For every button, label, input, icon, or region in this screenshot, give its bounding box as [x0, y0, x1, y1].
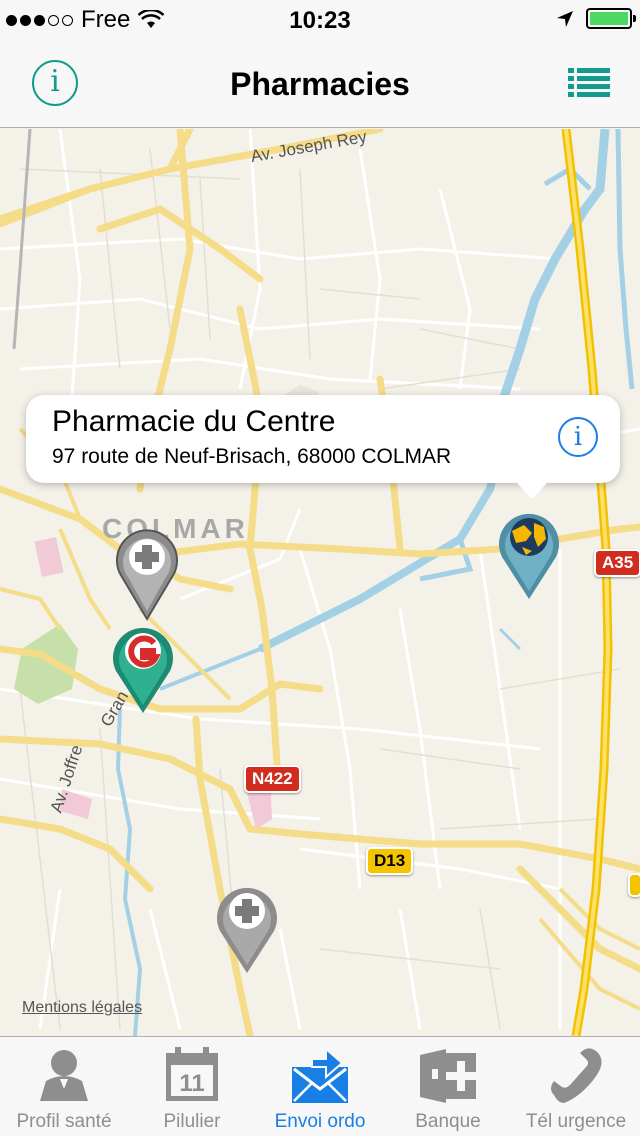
svg-text:11: 11 — [179, 1070, 204, 1097]
callout-title: Pharmacie du Centre — [52, 405, 336, 438]
tab-banque[interactable]: Banque — [384, 1037, 512, 1136]
tab-bar: Profil santé 11 Pilulier Envoi ordo Banq… — [0, 1036, 640, 1136]
tab-label: Envoi ordo — [274, 1111, 366, 1132]
status-bar: Free 10:23 — [0, 0, 640, 40]
route-shield-d13: D13 — [366, 847, 414, 875]
phone-icon — [551, 1048, 602, 1103]
tab-label: Tél urgence — [525, 1111, 627, 1132]
mail-send-icon — [292, 1046, 348, 1103]
wallet-icon — [420, 1049, 476, 1103]
location-arrow-icon — [557, 10, 573, 27]
globe-icon — [510, 518, 548, 556]
pharmacy-callout[interactable]: Pharmacie du Centre 97 route de Neuf-Bri… — [26, 395, 620, 499]
battery-icon — [586, 8, 636, 29]
pharmacy-pin-gray[interactable] — [114, 527, 180, 621]
page-title: Pharmacies — [230, 66, 410, 102]
tab-label: Banque — [415, 1111, 481, 1132]
person-icon — [40, 1050, 88, 1101]
tab-profil-sante[interactable]: Profil santé — [0, 1037, 128, 1136]
navigation-bar: i Pharmacies — [0, 40, 640, 128]
pharmacy-pin-green[interactable] — [110, 621, 176, 715]
status-time: 10:23 — [289, 7, 351, 34]
tab-tel-urgence[interactable]: Tél urgence — [512, 1037, 640, 1136]
route-shield-n422: N422 — [244, 765, 301, 793]
tab-envoi-ordo[interactable]: Envoi ordo — [256, 1037, 384, 1136]
status-right — [556, 8, 636, 29]
route-shield-edge — [628, 873, 640, 897]
route-shield-a35: A35 — [594, 549, 640, 577]
calendar-icon: 11 — [166, 1047, 218, 1101]
pharmacy-pin-selected[interactable] — [496, 507, 562, 601]
tab-label: Profil santé — [16, 1111, 112, 1132]
callout-address: 97 route de Neuf-Brisach, 68000 COLMAR — [52, 445, 452, 468]
map-view[interactable]: Av. Joseph Rey COLMAR Gran Av. Joffre A3… — [0, 129, 640, 1036]
legal-notice-link[interactable]: Mentions légales — [22, 999, 142, 1017]
pharmacy-pin-gray[interactable] — [214, 881, 280, 975]
callout-info-button[interactable]: i — [558, 417, 598, 457]
tab-pilulier[interactable]: 11 Pilulier — [128, 1037, 256, 1136]
list-view-button[interactable] — [568, 68, 610, 98]
tab-label: Pilulier — [163, 1111, 221, 1132]
